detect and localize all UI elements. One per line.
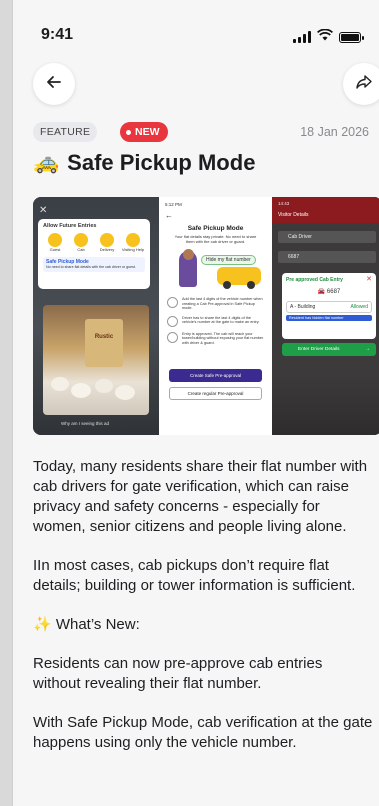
card-title: Allow Future Entries <box>43 223 97 229</box>
step-item: Driver has to share the last 4 digits of… <box>167 315 266 327</box>
close-icon[interactable]: ✕ <box>366 276 372 283</box>
feature-tag: FEATURE <box>33 122 98 142</box>
ad-product-image: Rustic <box>43 305 149 415</box>
product-pack: Rustic <box>85 319 123 367</box>
wifi-icon <box>316 28 334 46</box>
article-title-text: Safe Pickup Mode <box>67 150 256 175</box>
field-row: Cab Driver <box>278 231 376 243</box>
illustration: Hide my flat number <box>169 249 264 291</box>
battery-icon <box>339 31 364 43</box>
future-entries-card: Allow Future Entries Guest Cab Delivery … <box>38 219 150 289</box>
whats-new-heading: ✨ What’s New: <box>33 616 140 633</box>
taxi-emoji: 🚕 <box>33 151 60 174</box>
paragraph: IIn most cases, cab pickups don’t requir… <box>33 557 356 594</box>
signal-icon <box>293 31 311 43</box>
vehicle-number: 🚘 6687 <box>317 289 341 295</box>
step-item: Add the last 4 digits of the vehicle num… <box>167 297 266 311</box>
arrow-right-icon: → <box>365 347 370 352</box>
share-arrow-icon <box>355 73 373 96</box>
app-screen: 9:41 FEATURE NEW 18 Jan 2026 🚕 Safe Pick… <box>12 0 379 806</box>
article-meta: FEATURE NEW 18 Jan 2026 <box>33 122 369 144</box>
arrow-left-icon <box>45 73 63 96</box>
create-regular-preapproval-button[interactable]: Create regular Pre-approval <box>169 387 262 400</box>
car-icon: 🚘 <box>317 289 326 295</box>
panel-header: 14:43 Visitor Details <box>272 197 379 223</box>
dot-icon <box>126 129 131 135</box>
status-time: 9:41 <box>41 26 74 43</box>
hero-image: ✕ Allow Future Entries Guest Cab Deliver… <box>33 197 379 435</box>
hero-panel-app-home: ✕ Allow Future Entries Guest Cab Deliver… <box>33 197 159 435</box>
safe-pickup-row: Safe Pickup Mode No need to share flat d… <box>43 257 145 272</box>
share-button[interactable] <box>343 63 379 105</box>
hero-panel-safe-pickup: 5:12 PM ← Safe Pickup Mode Your flat det… <box>159 197 272 435</box>
chip-delivery: Delivery <box>95 233 119 253</box>
building-row: A - Building Allowed <box>286 301 372 313</box>
article-title: 🚕 Safe Pickup Mode <box>33 150 369 176</box>
paragraph: Today, many residents share their flat n… <box>33 458 368 535</box>
arrow-left-icon: ← <box>165 211 173 220</box>
hero-panel-guard-app: 14:43 Visitor Details Cab Driver 6687 Pr… <box>272 197 379 435</box>
steps-list: Add the last 4 digits of the vehicle num… <box>167 297 266 351</box>
enter-driver-details-button[interactable]: Enter Driver Details → <box>282 343 376 356</box>
chip-row: Guest Cab Delivery Visiting Help <box>43 233 145 253</box>
status-icons <box>293 28 364 46</box>
chip-cab: Cab <box>69 233 93 253</box>
article-body: Today, many residents share their flat n… <box>33 457 373 772</box>
close-icon: ✕ <box>39 205 48 216</box>
ad-footer: Why am I seeing this ad <box>61 421 110 426</box>
paragraph: With Safe Pickup Mode, cab verification … <box>33 714 373 751</box>
new-badge-label: NEW <box>135 126 160 138</box>
article-date: 18 Jan 2026 <box>300 125 369 139</box>
panel-heading: Safe Pickup Mode <box>187 225 244 232</box>
status-bar: 9:41 <box>41 26 364 46</box>
new-badge: NEW <box>120 122 168 142</box>
back-button[interactable] <box>33 63 75 105</box>
paragraph: Residents can now pre-approve cab entrie… <box>33 655 323 692</box>
preapproved-popup: Pre approved Cab Entry ✕ 🚘 6687 A - Buil… <box>282 273 376 339</box>
step-item: Entry is approved. The cab will reach yo… <box>167 331 266 346</box>
chip-visiting-help: Visiting Help <box>121 233 145 253</box>
create-safe-preapproval-button[interactable]: Create Safe Pre-approval <box>169 369 262 382</box>
field-row: 6687 <box>278 251 376 263</box>
chip-guest: Guest <box>43 233 67 253</box>
